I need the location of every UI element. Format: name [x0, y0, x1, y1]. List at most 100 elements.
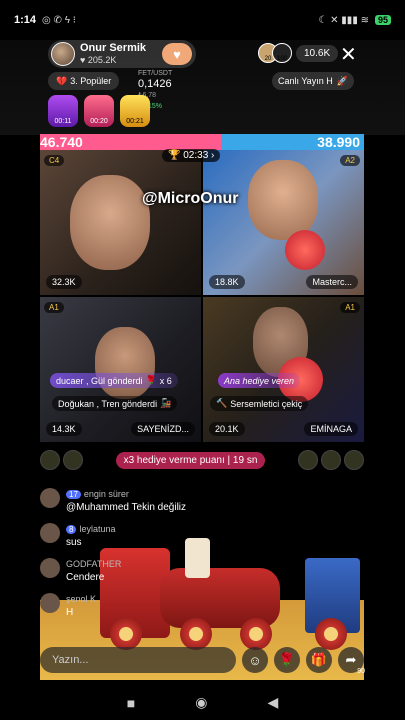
cell-count: 14.3K: [46, 422, 82, 436]
gift-text: ducaer , Gül gönderdi: [56, 375, 143, 386]
guest-video: [70, 175, 150, 270]
gift-button[interactable]: 🎁: [306, 647, 332, 673]
gift-message: Ana hediye veren: [218, 373, 301, 388]
chat-avatar[interactable]: [40, 593, 60, 613]
guest-cell[interactable]: A1 14.3K SAYENİZD...: [40, 297, 201, 442]
share-button[interactable]: ➦ 90: [338, 647, 365, 675]
host-info-pill[interactable]: Onur Sermik ♥ 205.2K ♥: [48, 40, 196, 68]
event-badge[interactable]: 00:20: [84, 95, 114, 127]
rank-tag: A1: [340, 302, 360, 313]
cell-footer: 20.1K EMİNAGA: [209, 422, 358, 436]
guest-cell[interactable]: C4 32.3K: [40, 150, 201, 295]
supporter-avatar[interactable]: [40, 450, 60, 470]
close-icon[interactable]: ✕: [340, 42, 357, 67]
supporter-avatar[interactable]: [343, 450, 364, 470]
badge-time: 00:11: [54, 118, 72, 125]
level-badge: 8: [66, 525, 77, 534]
chat-username: GODFATHER: [66, 559, 122, 569]
notification-icons: ◎ ✆ ϟ ⁝: [42, 14, 76, 26]
timer-text: 02:33: [183, 150, 209, 161]
guest-video: [248, 160, 318, 240]
chat-list: 17 engin sürer @Muhammed Tekin değiliz 8l…: [40, 488, 270, 628]
chat-body: GODFATHER Cendere: [66, 558, 121, 584]
viewers-area[interactable]: 20 100 10.6K: [258, 43, 339, 63]
live-pill[interactable]: Canlı Yayın H 🚀: [272, 72, 354, 90]
hammer-icon: 🔨: [216, 398, 228, 408]
emoji-button[interactable]: ☺: [242, 647, 268, 673]
share-count: 90: [357, 668, 365, 675]
viewer-count[interactable]: 10.6K: [296, 44, 339, 62]
supporter-avatar[interactable]: [297, 450, 318, 470]
chat-text: sus: [66, 537, 82, 548]
chat-message[interactable]: GODFATHER Cendere: [40, 558, 270, 584]
host-likes: ♥ 205.2K: [80, 55, 117, 65]
android-nav-bar: ■ ◉ ◀: [0, 685, 405, 720]
cell-name[interactable]: SAYENİZD...: [131, 422, 195, 436]
chat-message[interactable]: şenol K. H: [40, 593, 270, 619]
supporter-avatar[interactable]: [320, 450, 341, 470]
chat-message[interactable]: 17 engin sürer @Muhammed Tekin değiliz: [40, 488, 270, 514]
chat-avatar[interactable]: [40, 523, 60, 543]
status-bar: 1:14 ◎ ✆ ϟ ⁝ ☾ ✕ ▮▮▮ ≋ 95: [0, 0, 405, 40]
cell-count: 18.8K: [209, 275, 245, 289]
chat-username: leylatuna: [79, 524, 116, 534]
chat-text: Cendere: [66, 572, 105, 583]
points-pill[interactable]: x3 hediye verme puanı | 19 sn: [115, 451, 266, 469]
heart-sticker-icon: [285, 230, 325, 270]
follow-button[interactable]: ♥: [162, 43, 192, 65]
gift-message: Doğukan , Tren gönderdi 🚂: [52, 396, 178, 411]
share-icon: ➦: [345, 652, 357, 667]
crypto-price: 0,1426: [138, 78, 172, 90]
broken-heart-icon: 💔: [56, 75, 68, 86]
host-text: Onur Sermik ♥ 205.2K: [80, 42, 146, 66]
chat-user: 8 leylatuna: [66, 523, 115, 536]
cell-name[interactable]: Masterc...: [306, 275, 358, 289]
supporter-avatar[interactable]: [63, 450, 83, 470]
cell-footer: 32.3K: [46, 275, 195, 289]
back-icon[interactable]: ◀: [267, 694, 278, 711]
cell-footer: 14.3K SAYENİZD...: [46, 422, 195, 436]
gift-text: Sersemletici çekiç: [230, 398, 303, 409]
train-icon: 🚂: [160, 398, 172, 408]
watermark-text: @MicroOnur: [142, 190, 239, 207]
event-badge[interactable]: 00:11: [48, 95, 78, 127]
chat-body: 17 engin sürer @Muhammed Tekin değiliz: [66, 488, 186, 514]
cell-count: 32.3K: [46, 275, 82, 289]
chat-body: şenol K. H: [66, 593, 99, 619]
rose-icon: 🌹: [278, 652, 296, 667]
live-header: Onur Sermik ♥ 205.2K ♥ 💔 3. Popüler FET/…: [0, 40, 405, 135]
chat-body: 8 leylatuna sus: [66, 523, 115, 549]
event-badge[interactable]: 00:21: [120, 95, 150, 127]
guest-cell[interactable]: A2 18.8K Masterc...: [203, 150, 364, 295]
rank-tag: A2: [340, 155, 360, 166]
guest-video: [95, 327, 155, 399]
rose-icon: 🌹: [145, 375, 157, 385]
battle-right-score: 38.990: [221, 134, 364, 150]
host-avatar[interactable]: [51, 42, 75, 66]
chat-avatar[interactable]: [40, 558, 60, 578]
host-name: Onur Sermik: [80, 42, 147, 54]
battle-score-bar: 46.740 38.990: [40, 134, 364, 150]
recent-apps-icon[interactable]: ■: [127, 695, 135, 711]
signal-wifi-icons: ☾ ✕ ▮▮▮ ≋: [318, 14, 369, 26]
battle-left-score: 46.740: [40, 134, 222, 150]
guest-cell[interactable]: A1 20.1K EMİNAGA: [203, 297, 364, 442]
battery-icon: 95: [374, 15, 391, 25]
rose-button[interactable]: 🌹: [274, 647, 300, 673]
points-bar: x3 hediye verme puanı | 19 sn: [40, 447, 364, 473]
cell-footer: 18.8K Masterc...: [209, 275, 358, 289]
popular-rank-pill[interactable]: 💔 3. Popüler: [48, 72, 120, 90]
supporter-avatars: [40, 450, 83, 470]
trophy-icon: 🏆: [168, 150, 181, 161]
chat-text: @Muhammed Tekin değiliz: [66, 502, 187, 513]
level-badge: 17: [66, 490, 81, 499]
chat-avatar[interactable]: [40, 488, 60, 508]
battle-timer[interactable]: 🏆 02:33 ›: [162, 149, 221, 162]
home-icon[interactable]: ◉: [195, 694, 207, 711]
cell-name[interactable]: EMİNAGA: [304, 422, 358, 436]
chat-input[interactable]: Yazın...: [40, 647, 236, 673]
system-icons: ☾ ✕ ▮▮▮ ≋ 95: [318, 15, 391, 26]
viewer-avatar[interactable]: 100: [272, 43, 292, 63]
rank-tag: A1: [44, 302, 64, 313]
chat-message[interactable]: 8 leylatuna sus: [40, 523, 270, 549]
